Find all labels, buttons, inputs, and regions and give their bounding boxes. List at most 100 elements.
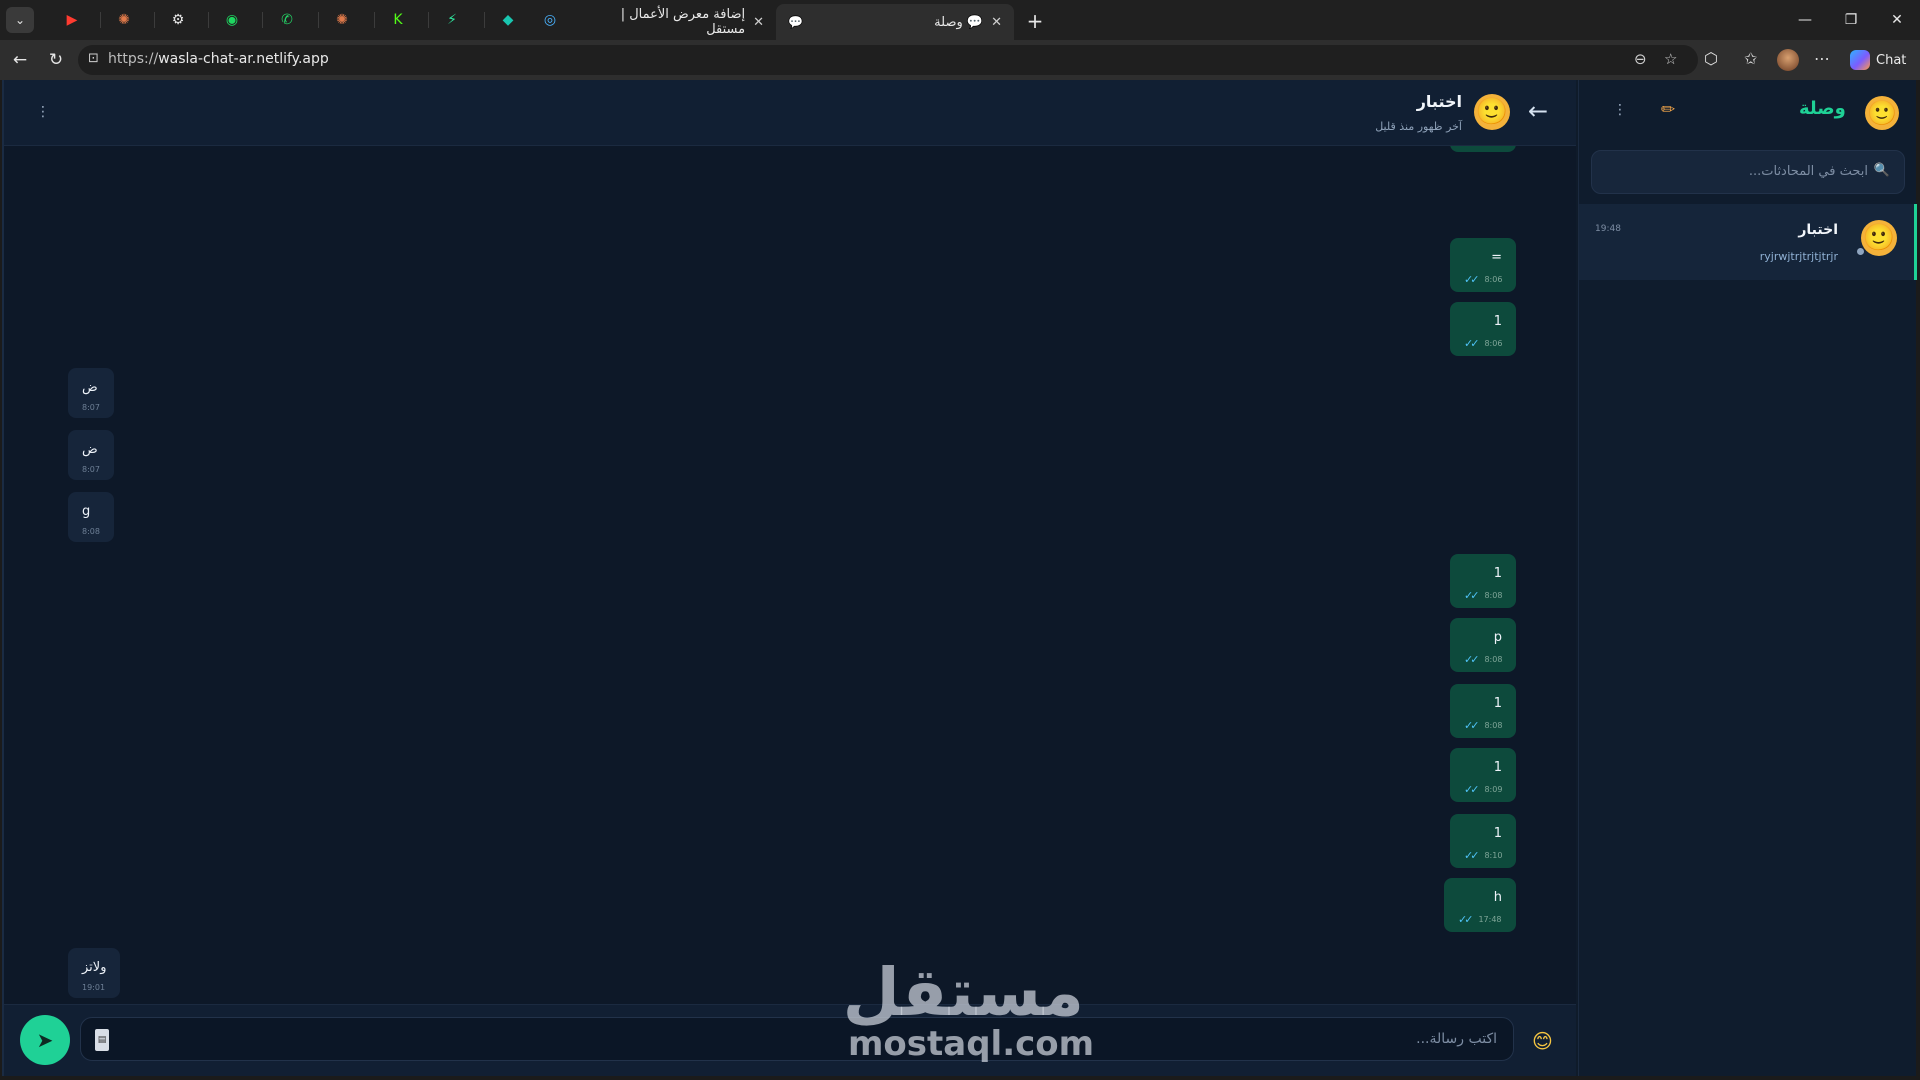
whatsapp-icon[interactable]: ✆ [275, 8, 299, 32]
message-bubble[interactable] [1450, 146, 1516, 152]
activity-icon[interactable]: ⚡ [440, 8, 464, 32]
more-vertical-icon[interactable]: ⋮ [1613, 102, 1627, 118]
message-text: ولاتز [82, 960, 107, 975]
site-info-icon[interactable]: ⊡ [88, 51, 99, 66]
reading-mode-icon[interactable]: ⊖ [1634, 50, 1647, 68]
tab-mostaql[interactable]: إضافة معرض الأعمال | مستقل ✕ [586, 4, 776, 40]
diamond-icon[interactable]: ◆ [496, 8, 520, 32]
message-time: 8:06 [1484, 275, 1503, 284]
copilot-icon [1850, 50, 1870, 70]
more-vertical-icon[interactable]: ⋮ [36, 104, 50, 120]
message-bubble[interactable]: g 8:08 [68, 492, 114, 542]
message-bubble[interactable]: 1 ✓✓ 8:10 [1450, 814, 1516, 868]
message-bubble[interactable]: p ✓✓ 8:08 [1450, 618, 1516, 672]
url-text: https://wasla-chat-ar.netlify.app [108, 51, 329, 67]
message-text: g [82, 504, 91, 519]
message-time: 8:10 [1484, 851, 1503, 860]
message-time: 8:09 [1484, 785, 1503, 794]
contact-avatar: 🙂 [1861, 220, 1897, 256]
message-input[interactable]: ▤ اكتب رسالة... [80, 1017, 1514, 1061]
claude-icon[interactable]: ✺ [112, 8, 136, 32]
message-time: 8:08 [1484, 655, 1503, 664]
claude-icon[interactable]: ✺ [330, 8, 354, 32]
message-text: h [1493, 890, 1502, 905]
tab-wasla[interactable]: 💬 وصلة 💬 ✕ [776, 4, 1014, 40]
attach-file-icon[interactable]: ▤ [95, 1029, 109, 1051]
conversation-name: اختبار [1798, 222, 1838, 238]
message-meta: ✓✓ 8:06 [1464, 273, 1502, 286]
conversation-item[interactable]: 🙂 اختبار ryjrwjtrjtrjtjtrjr 19:48 [1579, 204, 1917, 280]
youtube-icon[interactable]: ▶ [60, 8, 84, 32]
search-placeholder: ابحث في المحادثات... [1748, 164, 1868, 179]
profile-avatar[interactable] [1777, 49, 1799, 71]
extensions-icon[interactable]: ⬡ [1704, 49, 1718, 68]
minimize-button[interactable]: — [1790, 8, 1820, 32]
copilot-button[interactable]: Chat [1850, 48, 1906, 72]
message-text: 1 [1493, 696, 1502, 711]
plus-icon: + [1026, 9, 1044, 33]
tab-list-button[interactable]: ⌄ [6, 7, 34, 33]
close-icon: ✕ [1891, 12, 1903, 28]
back-button[interactable]: ← [8, 48, 32, 72]
tab-bar: ⌄ ▶ ✺ ⚙ ◉ ✆ ✺ K ⚡ ◆ ◎ إضافة معرض الأعمال | مستقل … [0, 0, 1920, 40]
search-input[interactable]: 🔍 ابحث في المحادثات... [1591, 150, 1905, 194]
message-text: 1 [1493, 760, 1502, 775]
read-ticks-icon: ✓✓ [1464, 783, 1480, 796]
browser-toolbar: ← ↻ ⊡ https://wasla-chat-ar.netlify.app … [0, 40, 1920, 80]
new-tab-button[interactable]: + [1022, 8, 1048, 34]
message-bubble[interactable]: ض 8:07 [68, 430, 114, 480]
close-window-button[interactable]: ✕ [1882, 8, 1912, 32]
message-text: = [1491, 250, 1502, 265]
close-icon[interactable]: ✕ [753, 15, 764, 30]
address-bar[interactable]: ⊡ https://wasla-chat-ar.netlify.app ⊖ ☆ [78, 45, 1698, 75]
chatgpt-icon[interactable]: ⚙ [166, 8, 190, 32]
message-text: 1 [1493, 566, 1502, 581]
contact-avatar[interactable]: 🙂 [1474, 94, 1510, 130]
message-list[interactable]: = ✓✓ 8:06 1 ✓✓ 8:06 ض 8:07 ض 8:07 g 8:08 1 ✓✓ 8:08 p ✓✓ 8… [4, 146, 1576, 998]
message-time: 8:07 [82, 465, 100, 474]
chat-bubble-icon: 💬 [788, 15, 803, 29]
message-bubble[interactable]: 1 ✓✓ 8:06 [1450, 302, 1516, 356]
arrow-left-icon[interactable]: ← [1528, 97, 1548, 125]
reload-icon: ↻ [48, 50, 64, 70]
sidebar-header: 🙂 وصلة ✏ ⋮ [1579, 80, 1917, 146]
message-bubble[interactable]: = ✓✓ 8:06 [1450, 238, 1516, 292]
contact-status: آخر ظهور منذ قليل [1375, 120, 1462, 133]
message-bubble[interactable]: h ✓✓ 17:48 [1444, 878, 1516, 932]
message-bubble[interactable]: 1 ✓✓ 8:08 [1450, 554, 1516, 608]
sidebar: 🙂 وصلة ✏ ⋮ 🔍 ابحث في المحادثات... 🙂 اختب… [1578, 80, 1917, 1076]
restore-button[interactable]: ❐ [1836, 8, 1866, 32]
url-host: wasla-chat-ar.netlify.app [158, 51, 329, 67]
user-avatar[interactable]: 🙂 [1865, 96, 1899, 130]
message-bubble[interactable]: 1 ✓✓ 8:08 [1450, 684, 1516, 738]
close-icon[interactable]: ✕ [991, 15, 1002, 30]
kick-icon[interactable]: K [386, 8, 410, 32]
message-meta: 8:07 [82, 403, 100, 412]
read-ticks-icon: ✓✓ [1464, 653, 1480, 666]
pencil-icon[interactable]: ✏ [1661, 100, 1675, 120]
spotify-icon[interactable]: ◉ [220, 8, 244, 32]
message-text: ض [82, 380, 98, 395]
star-icon[interactable]: ☆ [1664, 50, 1677, 68]
message-placeholder: اكتب رسالة... [1416, 1031, 1497, 1047]
circle-app-icon[interactable]: ◎ [538, 8, 562, 32]
message-bubble[interactable]: ولاتز 19:01 [68, 948, 121, 998]
read-ticks-icon: ✓✓ [1464, 719, 1480, 732]
emoji-icon[interactable]: 😊 [1532, 1029, 1553, 1053]
favorites-icon[interactable]: ✩ [1744, 49, 1757, 68]
chat-header: ⋮ ← 🙂 اختبار آخر ظهور منذ قليل [4, 80, 1576, 146]
arrow-left-icon: ← [12, 50, 28, 70]
more-icon[interactable]: ⋯ [1814, 49, 1830, 68]
tab-title: وصلة 💬 [934, 14, 984, 30]
message-bubble[interactable]: 1 ✓✓ 8:09 [1450, 748, 1516, 802]
web-page: ⋮ ← 🙂 اختبار آخر ظهور منذ قليل = ✓✓ 8:06 1 ✓… [4, 80, 1917, 1076]
message-meta: 8:07 [82, 465, 100, 474]
send-button[interactable]: ➤ [20, 1015, 70, 1065]
message-meta: ✓✓ 8:10 [1464, 849, 1502, 862]
message-bubble[interactable]: ض 8:07 [68, 368, 114, 418]
message-text: 1 [1493, 314, 1502, 329]
tab-separator [374, 12, 375, 28]
message-time: 8:08 [82, 527, 100, 536]
message-time: 8:08 [1484, 721, 1503, 730]
reload-button[interactable]: ↻ [44, 48, 68, 72]
